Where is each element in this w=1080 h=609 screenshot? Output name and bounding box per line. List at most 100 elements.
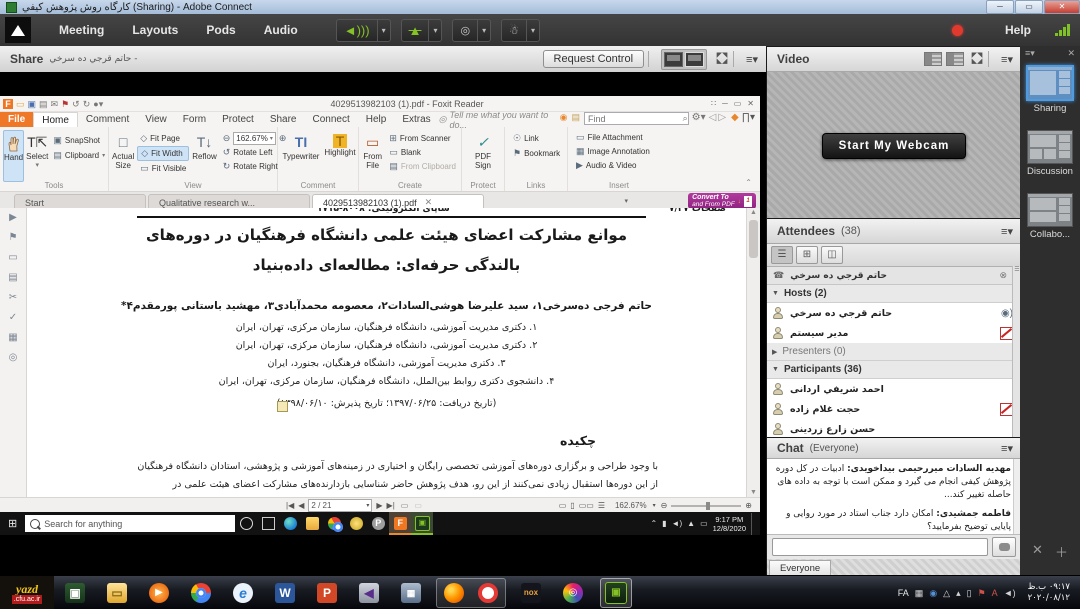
tab-home[interactable]: Home bbox=[33, 112, 78, 127]
reflow-button[interactable]: T↓ Reflow bbox=[192, 130, 216, 180]
connect-taskbar-icon[interactable]: ▣ bbox=[411, 512, 434, 535]
single-page-icon[interactable]: ▭ bbox=[559, 501, 567, 510]
from-scanner-button[interactable]: ⊞ From Scanner bbox=[386, 132, 459, 145]
usb-icon[interactable]: △ bbox=[943, 588, 950, 599]
foxit-taskbar-icon[interactable]: F bbox=[389, 512, 412, 535]
start-webcam-button[interactable]: Start My Webcam bbox=[821, 132, 967, 159]
zoom-slider[interactable] bbox=[671, 501, 742, 510]
next-page-icon[interactable]: ▶ bbox=[376, 501, 382, 510]
first-page-icon[interactable]: |◀ bbox=[286, 501, 294, 510]
tab-extras[interactable]: Extras bbox=[394, 112, 438, 127]
tray-volume-icon[interactable]: ◄) bbox=[672, 519, 683, 528]
video-grid-view-icon[interactable] bbox=[924, 52, 943, 66]
presenters-section[interactable]: ▶ Presenters (0) bbox=[767, 343, 1021, 361]
connect-host-taskbar-icon[interactable]: ▣ bbox=[600, 578, 632, 608]
account-icon[interactable]: ●▾ bbox=[93, 99, 103, 109]
tab-share[interactable]: Share bbox=[262, 112, 305, 127]
layout-sharing-thumb[interactable] bbox=[1026, 65, 1074, 101]
scrollbar-thumb[interactable] bbox=[749, 220, 758, 258]
file-explorer-icon[interactable] bbox=[301, 512, 323, 535]
share-view-2-icon[interactable] bbox=[685, 51, 705, 67]
connection-status-icon[interactable] bbox=[1055, 24, 1070, 36]
prev-page-icon[interactable]: ◀ bbox=[298, 501, 304, 510]
attachments-panel-icon[interactable]: ✂ bbox=[9, 292, 17, 303]
location-icon[interactable]: ◉ bbox=[560, 112, 568, 127]
chrome-icon[interactable] bbox=[186, 579, 216, 607]
redo-icon[interactable]: ↻ bbox=[83, 99, 91, 109]
layout-discussion-thumb[interactable] bbox=[1027, 130, 1073, 164]
highlight-button[interactable]: T Highlight bbox=[324, 130, 356, 180]
tab-view[interactable]: View bbox=[137, 112, 175, 127]
status-zoom-in-icon[interactable]: ⊕ bbox=[745, 501, 752, 510]
save-icon[interactable]: ▣ bbox=[28, 99, 37, 109]
video-film-view-icon[interactable] bbox=[946, 52, 965, 66]
attendee-row-p3[interactable]: حسن زارع زردینی bbox=[767, 419, 1021, 438]
foxit-restore-button[interactable]: ▭ bbox=[734, 99, 742, 108]
layouts-close-icon[interactable]: ✕ bbox=[1067, 48, 1075, 59]
next-icon[interactable]: ▷ bbox=[718, 112, 726, 127]
doc-tab-close-icon[interactable]: ✕ bbox=[425, 197, 433, 208]
snapshot-button[interactable]: ▣ SnapShot bbox=[50, 134, 108, 147]
select-tool-button[interactable]: T⇱ Select ▾ bbox=[26, 130, 48, 180]
picpick-icon[interactable]: P bbox=[367, 512, 389, 535]
email-icon[interactable]: ✉ bbox=[51, 99, 59, 109]
tab-comment[interactable]: Comment bbox=[78, 112, 137, 127]
attendee-row-host2[interactable]: مدير سيستم bbox=[767, 323, 1021, 343]
zoom-slider-thumb[interactable] bbox=[706, 501, 711, 510]
next-view-icon[interactable]: ▭ bbox=[414, 501, 422, 510]
blank-button[interactable]: ▭ Blank bbox=[386, 146, 459, 159]
layout-collab-label[interactable]: Collabo... bbox=[1020, 229, 1080, 240]
tray-battery-icon[interactable]: ▮ bbox=[662, 519, 666, 528]
layout-sharing-label[interactable]: Sharing bbox=[1020, 103, 1080, 114]
request-control-button[interactable]: Request Control bbox=[542, 50, 645, 68]
chrome-taskbar-icon[interactable] bbox=[323, 512, 345, 535]
fullscreen-icon[interactable]: ◤◥ ◣◢ bbox=[715, 52, 729, 65]
panel-expand-icon[interactable]: ▶ bbox=[9, 212, 17, 223]
attendee-status-view-icon[interactable]: ◫ bbox=[821, 246, 843, 264]
from-file-button[interactable]: ▭ From File bbox=[362, 130, 383, 180]
layers-panel-icon[interactable]: ▦ bbox=[8, 332, 17, 343]
webcam-button[interactable]: ◎ ▾ bbox=[452, 18, 492, 42]
zoom-menu-icon[interactable]: ▾ bbox=[653, 502, 656, 509]
participants-section[interactable]: ▼ Participants (36) bbox=[767, 361, 1021, 379]
from-clipboard-button[interactable]: ▤ From Clipboard bbox=[386, 160, 459, 173]
bell-icon[interactable]: ◆ bbox=[731, 112, 739, 127]
fit-visible-button[interactable]: ▭ Fit Visible bbox=[137, 162, 189, 175]
zoom-level-box[interactable]: 162.67% ▾ bbox=[233, 132, 276, 145]
volume-icon[interactable]: ◄) bbox=[1004, 588, 1016, 598]
tray-expand-icon[interactable]: ▴ bbox=[956, 588, 961, 599]
network-error-icon[interactable]: ⚑ bbox=[978, 588, 986, 599]
facing-page-icon[interactable]: ▭▭ bbox=[579, 501, 594, 510]
speaker-row-close-icon[interactable]: ⊗ bbox=[999, 270, 1007, 281]
file-attachment-button[interactable]: ▭ File Attachment bbox=[573, 131, 670, 144]
document-scrollbar[interactable]: ▲ ▼ bbox=[746, 208, 760, 497]
open-icon[interactable]: ▭ bbox=[16, 99, 25, 109]
fit-page-button[interactable]: ◇ Fit Page bbox=[137, 132, 189, 145]
tab-connect[interactable]: Connect bbox=[305, 112, 358, 127]
foxit-logo-icon[interactable]: F bbox=[3, 98, 13, 109]
task-view-icon[interactable] bbox=[257, 512, 279, 535]
calculator-icon[interactable]: ▦ bbox=[396, 579, 426, 607]
layouts-menu-icon[interactable]: ≡▾ bbox=[1025, 48, 1035, 59]
profile-icon[interactable]: ∏▾ bbox=[742, 112, 755, 127]
tab-form[interactable]: Form bbox=[175, 112, 214, 127]
tellme-box[interactable]: ◎ Tell me what you want to do... bbox=[439, 110, 560, 130]
idm-icon[interactable] bbox=[345, 512, 367, 535]
restore-button[interactable]: ▭ bbox=[1015, 0, 1043, 14]
prev-view-icon[interactable]: ▭ bbox=[401, 501, 409, 510]
attendees-pod-menu-icon[interactable]: ≡▾ bbox=[993, 225, 1021, 238]
speaker-button[interactable]: ◄))) ▾ bbox=[335, 18, 391, 42]
internet-explorer-icon[interactable]: e bbox=[228, 579, 258, 607]
attendee-row-p1[interactable]: احمد شريفي اردانی bbox=[767, 379, 1021, 399]
paint-icon[interactable]: ◎ bbox=[558, 579, 588, 607]
prev-icon[interactable]: ◁ bbox=[709, 112, 717, 127]
last-page-icon[interactable]: ▶| bbox=[387, 501, 395, 510]
hand-tool-button[interactable]: Hand bbox=[3, 130, 25, 182]
video-pod-menu-icon[interactable]: ≡▾ bbox=[993, 53, 1021, 66]
word-icon[interactable]: W bbox=[270, 579, 300, 607]
nox-icon[interactable]: nox bbox=[516, 579, 546, 607]
layout-add-icon[interactable]: ＋ bbox=[1055, 542, 1068, 561]
bookmark-button[interactable]: ⚑ Bookmark bbox=[510, 147, 567, 160]
reading-icon[interactable]: ▤ bbox=[571, 112, 580, 127]
status-zoom-out-icon[interactable]: ⊖ bbox=[661, 501, 668, 510]
